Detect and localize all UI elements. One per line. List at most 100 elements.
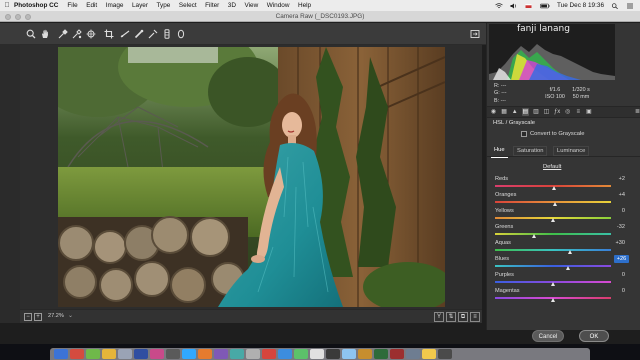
camera-calibration-panel-icon[interactable]: ◎: [564, 108, 571, 116]
adjustment-brush-icon[interactable]: [162, 29, 172, 39]
dock-app[interactable]: [214, 349, 228, 359]
dock-app[interactable]: [422, 349, 436, 359]
copy-settings-icon[interactable]: ⧉: [458, 312, 468, 322]
dock-app[interactable]: [230, 349, 244, 359]
dock-app[interactable]: [198, 349, 212, 359]
slider-greens[interactable]: Greens -32: [487, 224, 640, 240]
zoom-out-button[interactable]: −: [24, 313, 32, 321]
slider-oranges[interactable]: Oranges +4: [487, 192, 640, 208]
tone-curve-panel-icon[interactable]: ▦: [501, 108, 508, 116]
dock-app[interactable]: [134, 349, 148, 359]
presets-panel-icon[interactable]: ≡: [575, 108, 582, 116]
volume-icon[interactable]: [510, 3, 518, 9]
tab-saturation[interactable]: Saturation: [513, 146, 548, 156]
slider-magentas[interactable]: Magentas 0: [487, 288, 640, 304]
slider-thumb[interactable]: [550, 282, 555, 286]
apple-icon[interactable]: : [0, 2, 14, 9]
slider-value[interactable]: 0: [601, 288, 625, 294]
slider-thumb[interactable]: [550, 298, 555, 302]
zoom-in-button[interactable]: +: [34, 313, 42, 321]
slider-track[interactable]: [495, 233, 611, 235]
zoom-level-value[interactable]: 27.2%: [48, 313, 64, 319]
menu-type[interactable]: Type: [156, 2, 170, 9]
flag-icon[interactable]: [525, 3, 533, 9]
swap-before-after-icon[interactable]: ⇅: [446, 312, 456, 322]
photo-preview[interactable]: [58, 47, 445, 307]
crop-tool-icon[interactable]: [104, 29, 114, 39]
slider-yellows[interactable]: Yellows 0: [487, 208, 640, 224]
spot-removal-tool-icon[interactable]: [134, 29, 144, 39]
menu-layer[interactable]: Layer: [132, 2, 148, 9]
dock-app[interactable]: [166, 349, 180, 359]
slider-thumb[interactable]: [567, 250, 572, 254]
red-eye-tool-icon[interactable]: [148, 29, 158, 39]
menu-view[interactable]: View: [244, 2, 258, 9]
slider-value[interactable]: +4: [601, 192, 625, 198]
dock-app[interactable]: [86, 349, 100, 359]
dock-app[interactable]: [102, 349, 116, 359]
zoom-tool-icon[interactable]: [26, 29, 36, 39]
snapshots-panel-icon[interactable]: ▣: [585, 108, 592, 116]
slider-thumb[interactable]: [551, 186, 556, 190]
menu-select[interactable]: Select: [179, 2, 197, 9]
panel-menu-icon[interactable]: ≣: [634, 108, 640, 116]
slider-purples[interactable]: Purples 0: [487, 272, 640, 288]
slider-value[interactable]: +2: [601, 176, 625, 182]
slider-thumb[interactable]: [565, 266, 570, 270]
dock-app[interactable]: [390, 349, 404, 359]
open-preferences-icon[interactable]: [470, 29, 480, 39]
dock-app[interactable]: [150, 349, 164, 359]
slider-value[interactable]: -32: [601, 224, 625, 230]
toggle-settings-icon[interactable]: ≡: [470, 312, 480, 322]
radial-filter-icon[interactable]: [176, 29, 186, 39]
default-link[interactable]: Default: [543, 164, 561, 170]
tab-luminance[interactable]: Luminance: [553, 146, 590, 156]
convert-to-grayscale[interactable]: Convert to Grayscale: [521, 131, 584, 137]
menu-image[interactable]: Image: [106, 2, 124, 9]
menu-help[interactable]: Help: [298, 2, 311, 9]
targeted-adjustment-tool-icon[interactable]: [86, 29, 96, 39]
battery-icon[interactable]: [540, 3, 550, 9]
clock[interactable]: Tue Dec 8 19:36: [557, 2, 604, 9]
color-sampler-tool-icon[interactable]: [72, 29, 82, 39]
straighten-tool-icon[interactable]: [120, 29, 130, 39]
slider-thumb[interactable]: [552, 202, 557, 206]
convert-to-grayscale-checkbox[interactable]: [521, 131, 527, 137]
menu-3d[interactable]: 3D: [228, 2, 236, 9]
effects-panel-icon[interactable]: ƒx: [554, 108, 561, 116]
slider-blues[interactable]: Blues +26: [487, 255, 640, 272]
tab-hue[interactable]: Hue: [491, 147, 508, 158]
dock-app[interactable]: [294, 349, 308, 359]
hand-tool-icon[interactable]: [40, 29, 50, 39]
basic-panel-icon[interactable]: ◉: [490, 108, 497, 116]
image-preview-area[interactable]: [20, 45, 482, 309]
slider-track[interactable]: [495, 265, 611, 267]
dock-app-finder[interactable]: [54, 349, 68, 359]
lens-corrections-panel-icon[interactable]: ◫: [543, 108, 550, 116]
cycle-view-icon[interactable]: Y: [434, 312, 444, 322]
slider-value[interactable]: 0: [601, 272, 625, 278]
dock-app[interactable]: [326, 349, 340, 359]
notification-center-icon[interactable]: [626, 3, 634, 9]
dock-app[interactable]: [310, 349, 324, 359]
dock-app[interactable]: [374, 349, 388, 359]
dock-app[interactable]: [70, 349, 84, 359]
slider-value[interactable]: 0: [601, 208, 625, 214]
slider-thumb[interactable]: [550, 218, 555, 222]
dock-app-photoshop[interactable]: [182, 349, 196, 359]
dock-app[interactable]: [246, 349, 260, 359]
dock-app[interactable]: [278, 349, 292, 359]
zoom-dropdown-chevron-icon[interactable]: ⌄: [68, 312, 73, 319]
search-icon[interactable]: [611, 2, 619, 9]
dock-app[interactable]: [406, 349, 420, 359]
white-balance-tool-icon[interactable]: [58, 29, 68, 39]
split-toning-panel-icon[interactable]: ▥: [532, 108, 539, 116]
dock-app[interactable]: [262, 349, 276, 359]
dock-app[interactable]: [342, 349, 356, 359]
slider-reds[interactable]: Reds +2: [487, 176, 640, 192]
cancel-button[interactable]: Cancel: [532, 330, 564, 342]
dock-app[interactable]: [118, 349, 132, 359]
menu-file[interactable]: File: [67, 2, 77, 9]
slider-thumb[interactable]: [531, 234, 536, 238]
detail-panel-icon[interactable]: ▲: [511, 108, 518, 116]
